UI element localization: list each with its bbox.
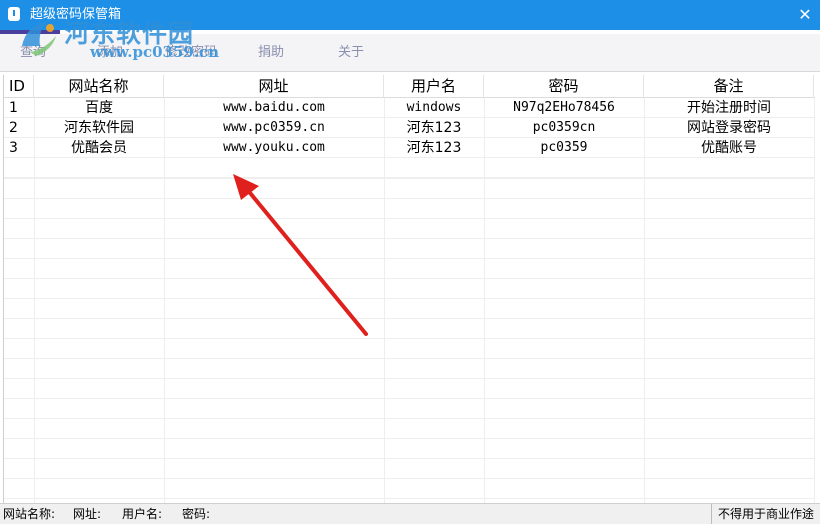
status-site-name-label: 网站名称: [3, 507, 56, 521]
cell-site-name: 河东软件园 [64, 120, 134, 136]
row-divider [4, 378, 815, 379]
row-divider [4, 478, 815, 479]
cell-site-name: 优酷会员 [71, 140, 127, 156]
cell-site-name: 百度 [85, 100, 113, 116]
cell-password: pc0359cn [532, 120, 596, 135]
row-divider [4, 298, 815, 299]
table-row[interactable]: 2 河东软件园 www.pc0359.cn 河东123 pc0359cn 网站登… [4, 118, 815, 138]
row-divider [4, 438, 815, 439]
menu-bar: 查询 添加 修改密码 捐助 关于 [0, 34, 820, 72]
menu-donate[interactable]: 捐助 [258, 44, 284, 62]
table-row[interactable]: 3 优酷会员 www.youku.com 河东123 pc0359 优酷账号 [4, 138, 815, 158]
header-id[interactable]: ID [4, 75, 34, 98]
row-divider [4, 358, 815, 359]
cell-id: 2 [9, 120, 18, 136]
menu-query[interactable]: 查询 [20, 44, 46, 62]
row-divider [4, 218, 815, 219]
row-divider [4, 318, 815, 319]
close-icon: ✕ [798, 5, 812, 24]
cell-password: N97q2EHo78456 [513, 100, 615, 115]
cell-username: 河东123 [406, 120, 462, 136]
cell-id: 3 [9, 140, 18, 156]
title-bar[interactable]: 超级密码保管箱 ✕ [0, 0, 820, 30]
header-notes[interactable]: 备注 [644, 75, 814, 98]
header-site-name[interactable]: 网站名称 [34, 75, 164, 98]
close-button[interactable]: ✕ [790, 0, 820, 30]
status-password-label: 密码: [182, 507, 211, 521]
cell-url: www.baidu.com [223, 100, 325, 115]
row-divider [4, 458, 815, 459]
row-divider [4, 278, 815, 279]
status-notice: 不得用于商业作途 [710, 504, 820, 524]
table-row[interactable]: 1 百度 www.baidu.com windows N97q2EHo78456… [4, 98, 815, 118]
menu-about[interactable]: 关于 [338, 44, 364, 62]
row-divider [4, 418, 815, 419]
window-title: 超级密码保管箱 [30, 7, 122, 22]
cell-url: www.pc0359.cn [223, 120, 325, 135]
menu-add[interactable]: 添加 [97, 44, 123, 62]
cell-url: www.youku.com [223, 140, 325, 155]
cell-notes: 网站登录密码 [687, 120, 771, 136]
row-divider [4, 498, 815, 499]
cell-notes: 优酷账号 [701, 140, 757, 156]
cell-id: 1 [9, 100, 18, 116]
cell-notes: 开始注册时间 [687, 100, 771, 116]
password-table[interactable]: ID 网站名称 网址 用户名 密码 备注 1 百度 www.baidu.com … [3, 75, 815, 503]
row-divider [4, 398, 815, 399]
status-username-label: 用户名: [122, 507, 163, 521]
row-divider [4, 338, 815, 339]
header-url[interactable]: 网址 [164, 75, 384, 98]
row-divider [4, 178, 815, 179]
cell-username: 河东123 [406, 140, 462, 156]
row-divider [4, 258, 815, 259]
cell-password: pc0359 [540, 140, 588, 155]
app-icon [8, 7, 20, 21]
header-username[interactable]: 用户名 [384, 75, 484, 98]
table-row[interactable] [4, 158, 815, 178]
status-bar: 网站名称: 网址: 用户名: 密码: 不得用于商业作途 [0, 503, 820, 524]
row-divider [4, 198, 815, 199]
status-url-label: 网址: [73, 507, 102, 521]
menu-change-password[interactable]: 修改密码 [165, 44, 217, 62]
header-password[interactable]: 密码 [484, 75, 644, 98]
row-divider [4, 238, 815, 239]
table-header: ID 网站名称 网址 用户名 密码 备注 [4, 75, 815, 98]
cell-username: windows [406, 100, 462, 115]
